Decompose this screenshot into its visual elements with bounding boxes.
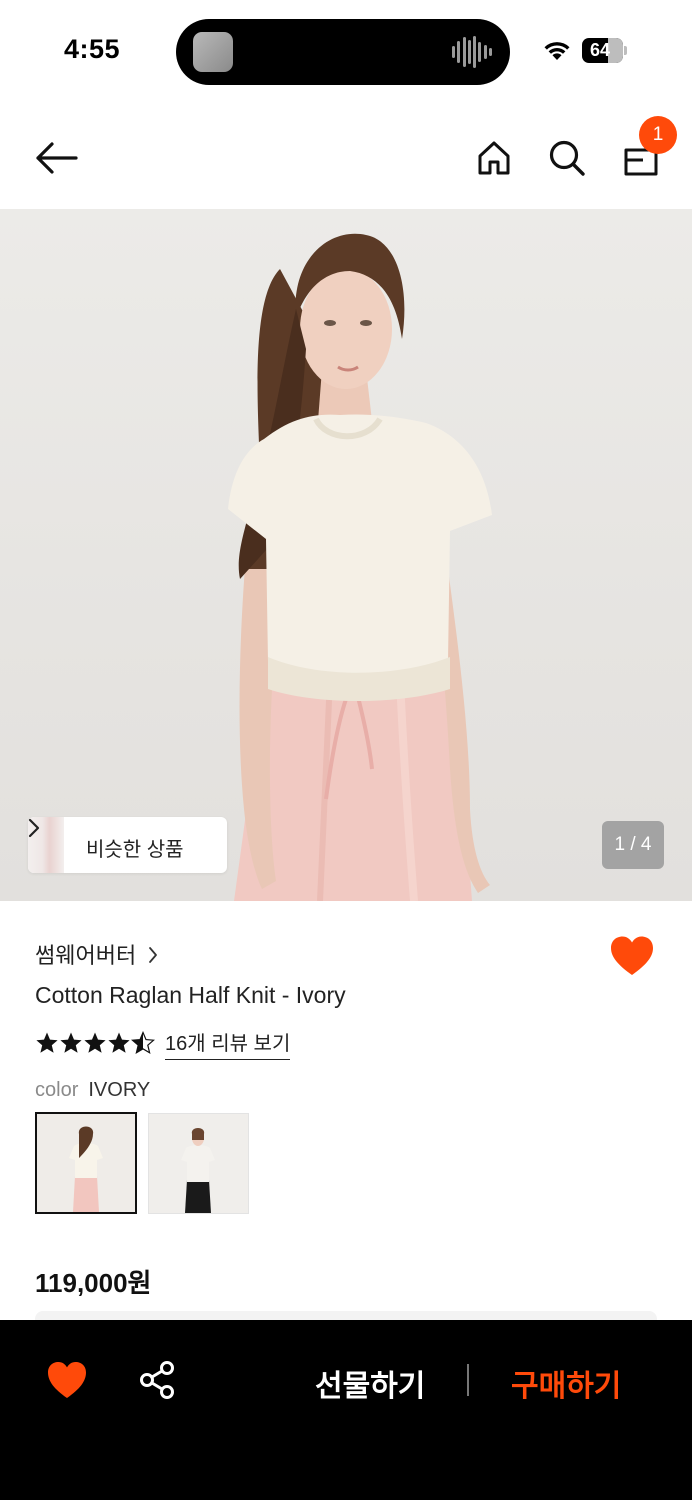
arrow-left-icon <box>36 142 78 174</box>
color-value: IVORY <box>88 1079 151 1101</box>
now-playing-artwork <box>193 32 233 72</box>
home-icon <box>478 141 510 175</box>
wishlist-heart-icon[interactable] <box>609 935 655 977</box>
star-full-icon <box>36 1032 58 1053</box>
star-half-icon <box>131 1031 155 1055</box>
audio-waveform-icon <box>452 36 492 68</box>
color-swatch-ivory[interactable] <box>35 1112 137 1214</box>
brand-name: 썸웨어버터 <box>35 943 137 968</box>
brand-link[interactable]: 썸웨어버터 <box>35 938 158 970</box>
star-full-icon <box>108 1032 130 1053</box>
color-swatch-alternate[interactable] <box>148 1113 249 1214</box>
product-photo <box>228 233 492 901</box>
battery-level: 64 <box>589 40 611 60</box>
chevron-right-icon <box>28 818 40 838</box>
button-divider <box>467 1364 469 1396</box>
gift-button[interactable]: 선물하기 <box>315 1361 425 1405</box>
reviews-link[interactable]: 16개 리뷰 보기 <box>165 1027 291 1060</box>
star-rating <box>35 1031 155 1055</box>
similar-products-button[interactable]: 비슷한 상품 <box>28 817 227 873</box>
gallery-page-indicator: 1 / 4 <box>602 821 664 869</box>
color-label-row: color IVORY <box>35 1079 150 1102</box>
similar-products-label: 비슷한 상품 <box>86 839 184 861</box>
product-image-gallery[interactable]: 비슷한 상품 1 / 4 <box>0 209 692 901</box>
swatch-image <box>37 1114 135 1212</box>
back-button[interactable] <box>30 134 82 182</box>
bottom-action-bar: 선물하기 구매하기 <box>0 1320 692 1500</box>
rating-row: 16개 리뷰 보기 <box>35 1027 291 1060</box>
dynamic-island <box>176 19 510 85</box>
battery-icon: 64 <box>582 38 627 63</box>
heart-icon[interactable] <box>46 1360 88 1400</box>
buy-button[interactable]: 구매하기 <box>511 1361 621 1405</box>
status-bar: 4:55 64 <box>0 0 692 100</box>
swatch-image <box>149 1114 248 1213</box>
search-button[interactable] <box>545 134 589 182</box>
share-icon[interactable] <box>138 1360 178 1400</box>
star-full-icon <box>60 1032 82 1053</box>
chevron-right-icon <box>149 947 158 963</box>
product-price: 119,000원 <box>35 1268 152 1298</box>
status-time: 4:55 <box>64 34 121 64</box>
cart-count-badge: 1 <box>639 116 677 154</box>
home-button[interactable] <box>472 134 516 182</box>
color-key: color <box>35 1079 79 1101</box>
product-title: Cotton Raglan Half Knit - Ivory <box>35 982 346 1008</box>
search-icon <box>549 140 585 176</box>
top-nav <box>0 110 692 206</box>
star-full-icon <box>84 1032 106 1053</box>
wifi-icon <box>544 42 570 60</box>
